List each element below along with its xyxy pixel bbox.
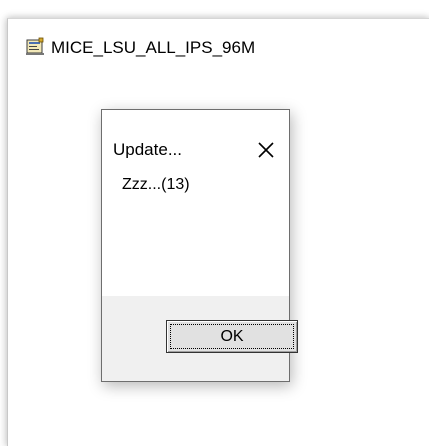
dialog-message: Zzz...(13) — [122, 176, 190, 193]
application-window-icon-graphic — [26, 37, 44, 55]
dialog-title: Update... — [113, 140, 182, 159]
ok-focus-ring: OK — [170, 324, 294, 349]
window-titlebar[interactable]: MICE_LSU_ALL_IPS_96M — [8, 19, 429, 73]
ok-button[interactable]: OK — [166, 320, 298, 353]
update-dialog: Update... Zzz...(13) OK — [101, 109, 298, 382]
application-window-icon — [25, 37, 45, 57]
window-title: MICE_LSU_ALL_IPS_96M — [51, 38, 256, 57]
ok-label: OK — [220, 327, 244, 345]
desktop-screen: MICE_LSU_ALL_IPS_96M Update... Zzz...(13… — [0, 0, 429, 446]
